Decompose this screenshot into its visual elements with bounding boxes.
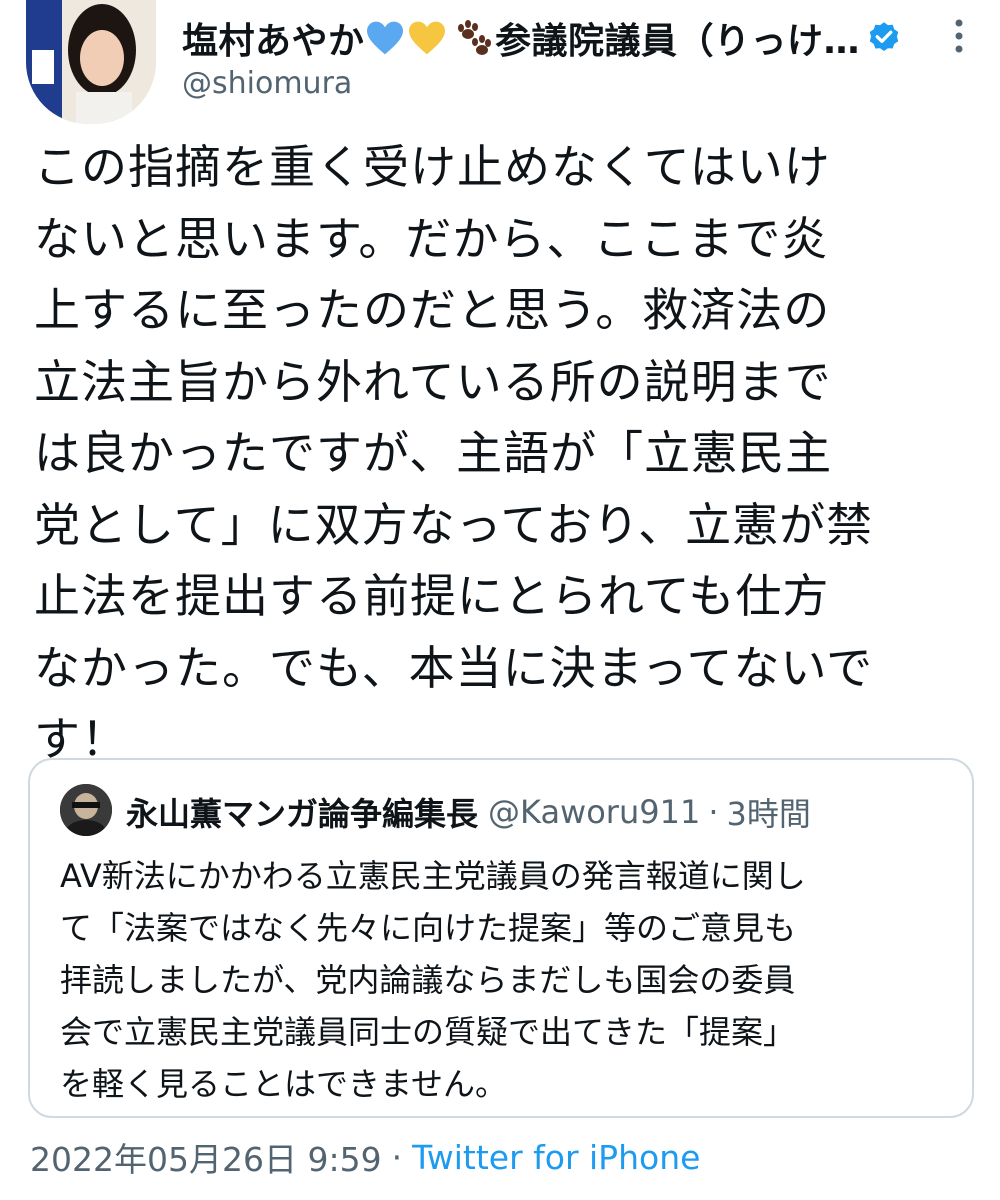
tweet-timestamp[interactable]: 2022年05月26日 9:59: [30, 1133, 382, 1181]
verified-badge-icon: [869, 22, 899, 52]
quoted-separator: ·: [708, 793, 719, 831]
quoted-author-avatar: [60, 784, 112, 836]
tweet-text: この指摘を重く受け止めなくてはいけ ないと思います。だから、ここまで炎 上するに…: [34, 140, 874, 766]
quoted-tweet-text: AV新法にかかわる立憲民主党議員の発言報道に関し て「法案ではなく先々に向けた提…: [60, 857, 806, 1103]
quoted-author-name: 永山薫マンガ論争編集長: [126, 795, 479, 833]
quoted-timestamp: 3時間: [726, 795, 811, 833]
footer-separator: ·: [391, 1137, 403, 1177]
quoted-header: 永山薫マンガ論争編集長 @Kaworu911 · 3時間: [126, 788, 811, 836]
author-avatar[interactable]: [26, 0, 156, 124]
quoted-author-handle: @Kaworu911: [488, 793, 701, 831]
author-name: 塩村あやか: [182, 21, 363, 62]
tweet-source-link[interactable]: Twitter for iPhone: [412, 1138, 700, 1177]
author-name-row[interactable]: 塩村あやか 参議院議員（りっけ…: [182, 12, 902, 64]
quoted-tweet[interactable]: 永山薫マンガ論争編集長 @Kaworu911 · 3時間 AV新法にかかわる立憲…: [28, 758, 974, 1118]
yellow-heart-icon: [408, 21, 445, 55]
author-name-suffix: 参議院議員（りっけ…: [494, 21, 860, 62]
tweet-footer: 2022年05月26日 9:59 · Twitter for iPhone: [30, 1132, 700, 1182]
blue-heart-icon: [366, 21, 403, 55]
paw-prints-icon: [457, 20, 491, 55]
more-options-icon[interactable]: [942, 14, 976, 58]
author-handle[interactable]: @shiomura: [182, 66, 352, 101]
